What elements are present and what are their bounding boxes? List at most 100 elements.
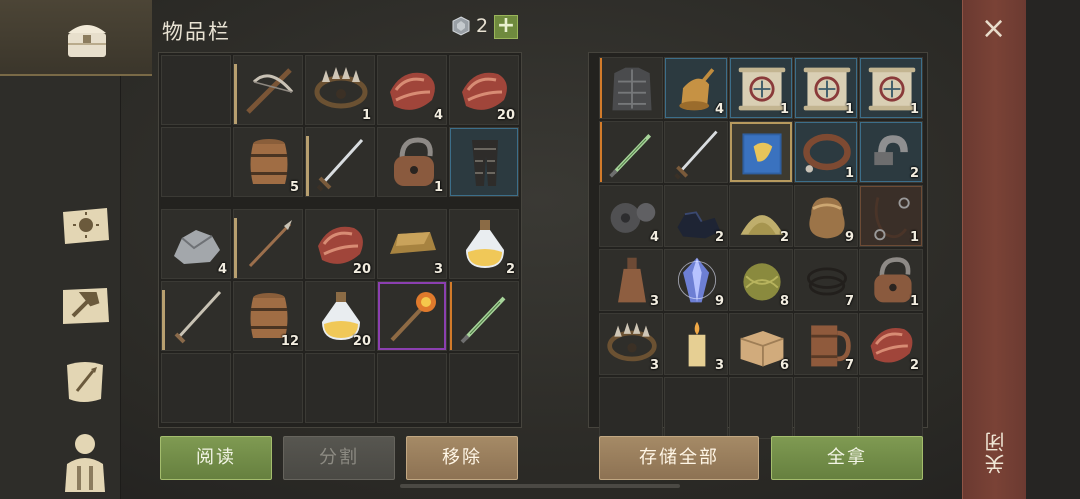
close-icon[interactable]: × [981,14,1006,44]
durability-bar [162,290,165,350]
item-slot-ingot[interactable]: 3 [377,209,447,279]
empty-slot[interactable] [859,377,923,439]
item-count: 4 [217,262,227,277]
empty-slot[interactable] [161,353,231,423]
long-sword-icon [174,290,222,344]
item-count: 20 [496,108,515,123]
sun-book-icon[interactable] [56,200,114,252]
item-slot-sack[interactable]: 9 [794,185,858,247]
item-count: 1 [909,294,919,309]
scroll-indicator [400,484,680,488]
storage-panel: 4 1 1 1 1 2 4 2 2 9 1 3 9 8 7 1 3 3 6 7 2 [588,52,928,439]
item-slot-potion[interactable]: 2 [449,209,519,279]
item-slot-scroll[interactable]: 1 [794,57,858,119]
item-slot-meat[interactable]: 2 [859,313,923,375]
book-icon [742,133,782,175]
empty-slot[interactable] [305,353,375,423]
take-all-button[interactable]: 全拿 [771,436,923,480]
item-count: 12 [280,334,299,349]
read-button[interactable]: 阅读 [160,436,272,480]
item-slot-sword[interactable] [664,121,728,183]
chest-armor-icon [612,67,652,111]
item-count: 2 [779,230,789,245]
item-slot-book[interactable] [729,121,793,183]
item-slot-dagger[interactable] [599,121,663,183]
item-slot-chest-armor[interactable] [599,57,663,119]
item-count: 2 [909,358,919,373]
item-slot-fire-mace[interactable] [377,281,447,351]
gem-currency-icon [451,16,471,36]
item-slot-padlock[interactable]: 1 [377,127,447,197]
empty-slot[interactable] [729,377,793,439]
item-slot-meat[interactable]: 20 [305,209,375,279]
remove-button[interactable]: 移除 [406,436,518,480]
empty-slot[interactable] [794,377,858,439]
item-slot-bell[interactable]: 4 [664,57,728,119]
empty-slot[interactable] [161,127,231,197]
item-slot-bottle[interactable]: 3 [599,249,663,311]
chest-icon[interactable] [58,12,116,64]
item-count: 9 [714,294,724,309]
item-slot-dagger[interactable] [449,281,519,351]
item-slot-barrel[interactable]: 5 [233,127,303,197]
sword-icon [674,130,718,180]
character-icon[interactable] [56,430,114,494]
item-count: 1 [779,102,789,117]
item-slot-crossbow[interactable] [233,55,303,125]
item-slot-long-sword[interactable] [161,281,231,351]
hammer-map-icon[interactable] [56,280,114,332]
close-label[interactable]: 关闭 [981,430,1009,474]
gem-count: 2 [476,15,489,37]
item-slot-spear[interactable] [233,209,303,279]
item-count: 3 [433,262,443,277]
item-slot-leg-armor[interactable] [449,127,519,197]
empty-slot[interactable] [449,353,519,423]
item-slot-coal[interactable]: 2 [664,185,728,247]
item-slot-candle[interactable]: 3 [664,313,728,375]
item-count: 4 [714,102,724,117]
item-slot-crystal[interactable]: 9 [664,249,728,311]
item-slot-wire[interactable]: 7 [794,249,858,311]
empty-slot[interactable] [377,353,447,423]
item-slot-scroll[interactable]: 1 [859,57,923,119]
left-nav [0,0,152,499]
page-title: 物品栏 [162,20,231,44]
item-slot-padlock[interactable]: 1 [859,249,923,311]
item-slot-leash[interactable]: 1 [859,185,923,247]
item-count: 1 [361,108,371,123]
add-gems-button[interactable]: + [494,15,518,39]
item-count: 20 [352,262,371,277]
item-count: 7 [844,294,854,309]
item-slot-sand[interactable]: 2 [729,185,793,247]
empty-slot[interactable] [599,377,663,439]
item-count: 4 [649,230,659,245]
item-slot-sword[interactable] [305,127,375,197]
close-bar[interactable]: × 关闭 [962,0,1028,499]
item-slot-mug[interactable]: 7 [794,313,858,375]
item-slot-scroll[interactable]: 1 [729,57,793,119]
item-slot-potion[interactable]: 20 [305,281,375,351]
quest-scroll-icon[interactable] [56,356,114,408]
item-count: 6 [779,358,789,373]
inventory-panel: 1 4 20 5 1 4 20 3 2 12 20 [158,52,522,428]
item-slot-cloth[interactable]: 6 [729,313,793,375]
item-slot-stone[interactable]: 4 [161,209,231,279]
item-slot-yarn[interactable]: 8 [729,249,793,311]
item-slot-meat[interactable]: 4 [377,55,447,125]
empty-slot[interactable] [664,377,728,439]
item-slot-bear-trap[interactable]: 1 [305,55,375,125]
item-count: 3 [649,294,659,309]
item-slot-meat[interactable]: 20 [449,55,519,125]
item-slot-collar[interactable]: 1 [794,121,858,183]
item-count: 5 [289,180,299,195]
store-all-button[interactable]: 存储全部 [599,436,759,480]
split-button[interactable]: 分割 [283,436,395,480]
item-slot-gear[interactable]: 4 [599,185,663,247]
empty-slot[interactable] [233,353,303,423]
item-count: 1 [844,102,854,117]
item-count: 9 [844,230,854,245]
empty-slot[interactable] [161,55,231,125]
item-slot-shackle[interactable]: 2 [859,121,923,183]
item-slot-barrel[interactable]: 12 [233,281,303,351]
item-slot-bear-trap[interactable]: 3 [599,313,663,375]
